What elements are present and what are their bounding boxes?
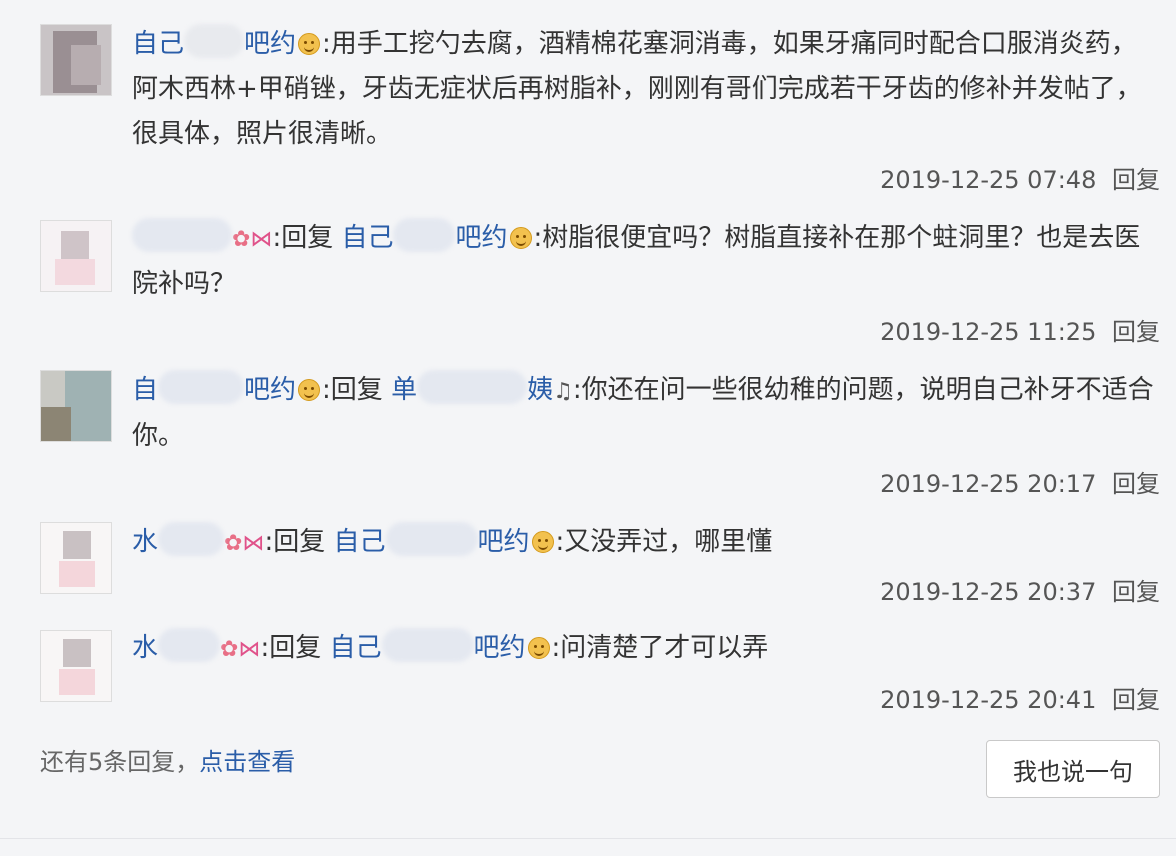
username-mosaic	[132, 218, 232, 252]
reply-text: :又没弄过，哪里懂	[555, 527, 773, 557]
reply-content: ✿⋈:回复 自己 吧约:树脂很便宜吗？树脂直接补在那个蛀洞里？也是去医院补吗？	[132, 216, 1162, 307]
reply-target-link[interactable]: 自己 吧约	[333, 522, 530, 557]
view-more-link[interactable]: 点击查看	[199, 748, 295, 776]
smiley-emoji-icon	[298, 33, 321, 55]
music-note-icon: ♫	[553, 379, 573, 404]
avatar[interactable]	[40, 24, 112, 96]
reply-word: :回复	[272, 223, 334, 253]
username-mosaic	[158, 522, 225, 556]
avatar[interactable]	[40, 522, 112, 594]
more-replies: 还有5条回复，点击查看	[40, 742, 295, 777]
reply-word: :回复	[260, 633, 322, 663]
avatar[interactable]	[40, 630, 112, 702]
flower-icon: ✿	[220, 637, 239, 662]
username-mosaic	[184, 24, 245, 58]
reply-button[interactable]: 回复	[1112, 470, 1160, 498]
username-link[interactable]	[132, 218, 232, 253]
reply-content: 水 ✿⋈:回复 自己 吧约 :又没弄过，哪里懂	[132, 520, 1162, 566]
bow-icon: ⋈	[242, 531, 265, 556]
username-mosaic	[158, 370, 245, 404]
more-replies-text: 还有5条回复，	[40, 748, 200, 776]
reply-timestamp: 2019-12-25 11:25	[880, 318, 1097, 346]
smiley-emoji-icon	[509, 227, 532, 249]
reply-button[interactable]: 回复	[1112, 166, 1160, 194]
reply-button[interactable]: 回复	[1112, 318, 1160, 346]
smiley-emoji-icon	[527, 637, 550, 659]
reply-content: 水 ✿⋈:回复 自己 吧约 :问清楚了才可以弄	[132, 626, 1162, 672]
username-link[interactable]: 自吧约	[132, 370, 296, 405]
say-something-button[interactable]: 我也说一句	[986, 740, 1160, 798]
reply-word: :回复	[322, 375, 383, 405]
reply-timestamp: 2019-12-25 20:41	[880, 686, 1097, 714]
username-mosaic	[393, 218, 456, 252]
avatar[interactable]	[40, 220, 112, 292]
reply-timestamp: 2019-12-25 20:37	[880, 578, 1097, 606]
divider	[0, 838, 1176, 839]
reply-content: 自己 吧约:用手工挖勺去腐，酒精棉花塞洞消毒，如果牙痛同时配合口服消炎药，阿木西林…	[132, 22, 1162, 157]
username-link[interactable]: 自己 吧约	[132, 24, 296, 59]
username-link[interactable]: 水	[132, 628, 221, 663]
reply-target-link[interactable]: 自己 吧约	[341, 218, 508, 253]
reply-text: :问清楚了才可以弄	[551, 633, 769, 663]
reply-button[interactable]: 回复	[1112, 686, 1160, 714]
reply-meta: 2019-12-25 20:37 回复	[880, 572, 1160, 607]
bow-icon: ⋈	[250, 227, 273, 252]
reply-list-panel: 自己 吧约:用手工挖勺去腐，酒精棉花塞洞消毒，如果牙痛同时配合口服消炎药，阿木西林…	[0, 0, 1176, 836]
bow-icon: ⋈	[238, 637, 261, 662]
username-mosaic	[385, 522, 478, 556]
reply-meta: 2019-12-25 20:17 回复	[880, 464, 1160, 499]
smiley-emoji-icon	[531, 531, 554, 553]
username-mosaic	[381, 628, 474, 662]
reply-button[interactable]: 回复	[1112, 578, 1160, 606]
reply-target-link[interactable]: 单姨	[391, 370, 553, 405]
username-link[interactable]: 水	[132, 522, 225, 557]
username-mosaic	[417, 370, 528, 404]
username-mosaic	[158, 628, 221, 662]
reply-timestamp: 2019-12-25 20:17	[880, 470, 1097, 498]
reply-meta: 2019-12-25 11:25 回复	[880, 312, 1160, 347]
reply-meta: 2019-12-25 20:41 回复	[880, 680, 1160, 715]
flower-icon: ✿	[224, 531, 243, 556]
reply-timestamp: 2019-12-25 07:48	[880, 166, 1097, 194]
reply-target-link[interactable]: 自己 吧约	[329, 628, 526, 663]
smiley-emoji-icon	[298, 379, 321, 401]
reply-meta: 2019-12-25 07:48 回复	[880, 160, 1160, 195]
reply-content: 自吧约:回复 单姨♫:你还在问一些很幼稚的问题，说明自己补牙不适合你。	[132, 368, 1162, 459]
flower-icon: ✿	[232, 227, 251, 252]
avatar[interactable]	[40, 370, 112, 442]
reply-word: :回复	[264, 527, 326, 557]
